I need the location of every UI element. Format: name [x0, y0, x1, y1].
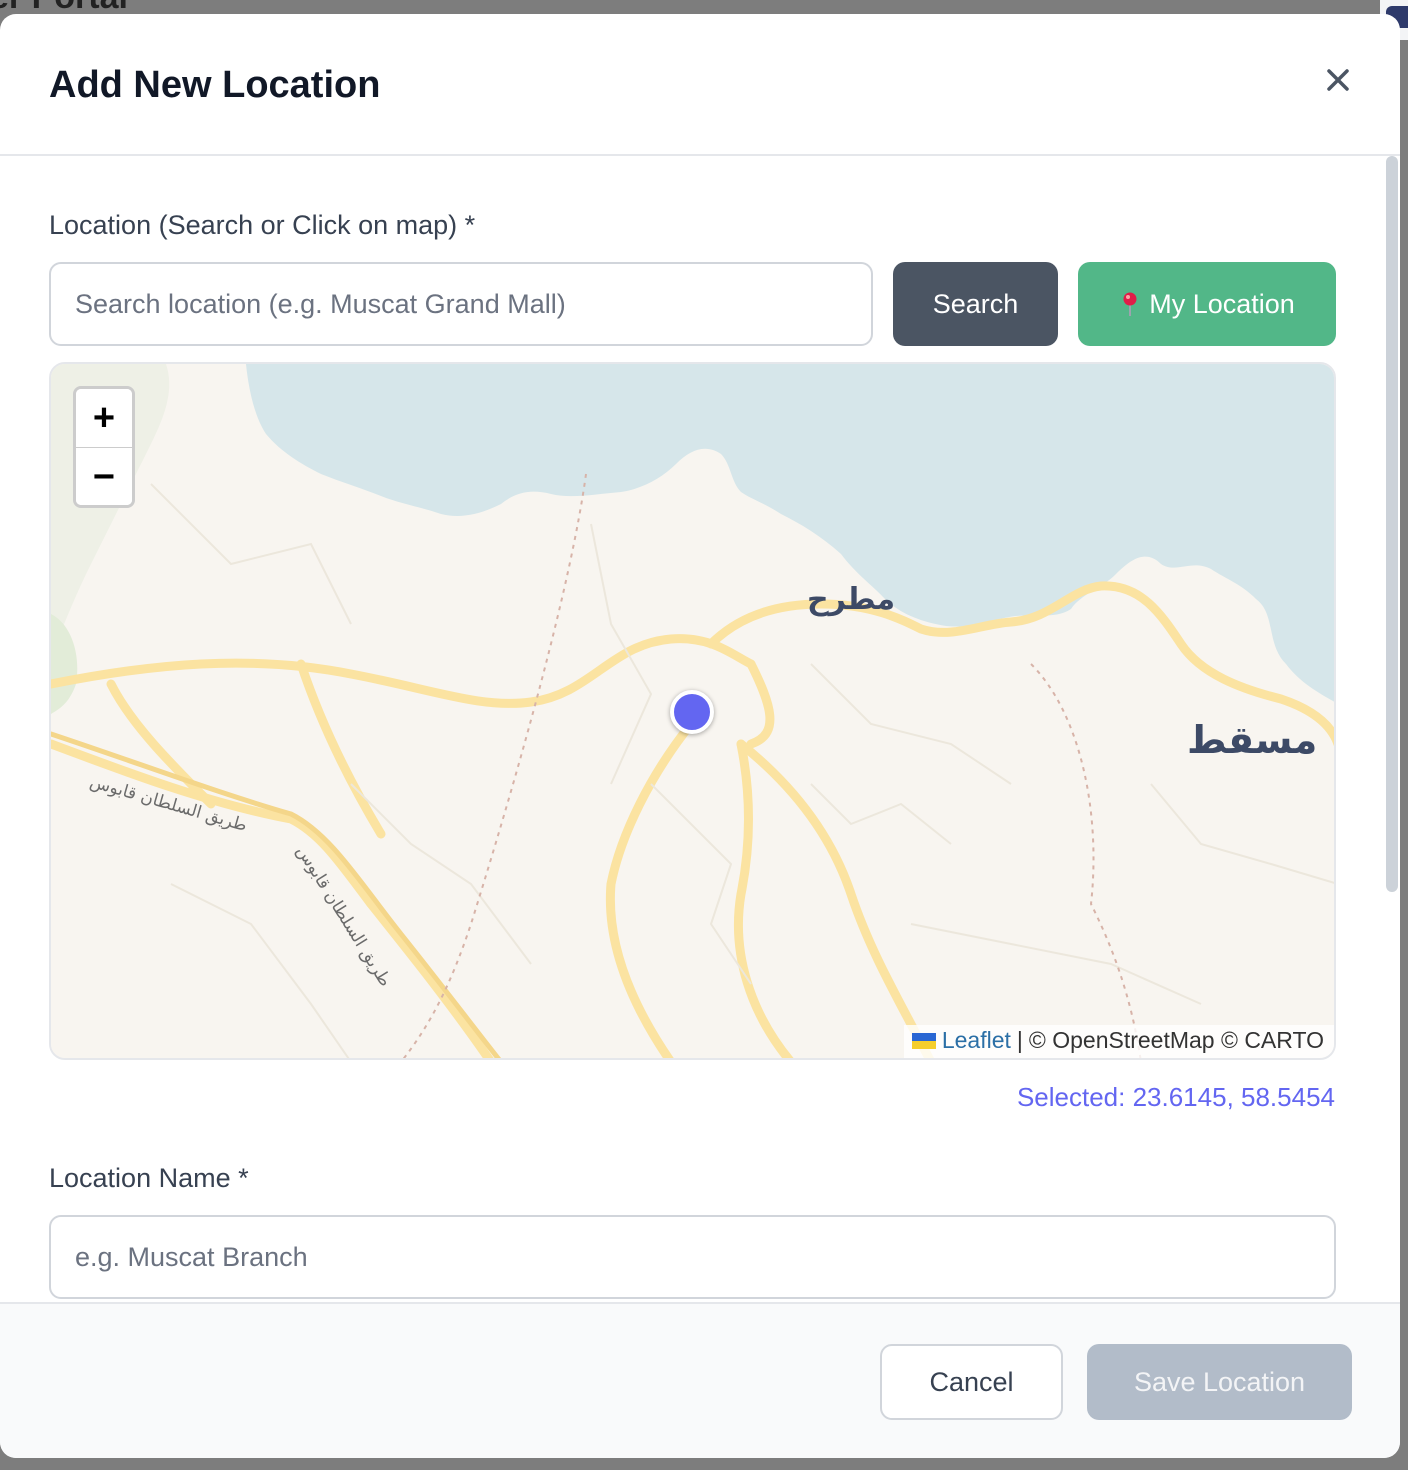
map-attribution: Leaflet | © OpenStreetMap © CARTO — [903, 1025, 1334, 1058]
location-field-label: Location (Search or Click on map) * — [49, 210, 476, 240]
map-label-mutrah: مطرح — [807, 582, 896, 617]
modal-header: Add New Location — [0, 14, 1400, 156]
save-location-button[interactable]: Save Location — [1087, 1344, 1352, 1420]
map-label-muscat: مسقط — [1187, 718, 1318, 762]
scrollbar-thumb[interactable] — [1386, 156, 1398, 892]
zoom-control: + − — [73, 386, 135, 508]
pin-icon — [1123, 292, 1137, 316]
cancel-button[interactable]: Cancel — [880, 1344, 1063, 1420]
search-button[interactable]: Search — [893, 262, 1058, 346]
location-map[interactable]: + − مطرح مسقط طريق السلطان قابوس طريق ال… — [49, 362, 1336, 1060]
modal-footer: Cancel Save Location — [0, 1302, 1400, 1458]
location-marker[interactable] — [670, 690, 714, 734]
zoom-in-button[interactable]: + — [76, 389, 132, 447]
zoom-out-button[interactable]: − — [76, 447, 132, 505]
location-name-input[interactable] — [49, 1215, 1336, 1299]
leaflet-link[interactable]: Leaflet — [942, 1027, 1011, 1054]
my-location-label: My Location — [1149, 288, 1295, 319]
modal-title: Add New Location — [49, 64, 381, 106]
add-location-modal: Add New Location Location (Search or Cli… — [0, 14, 1400, 1458]
attribution-text: © OpenStreetMap © CARTO — [1028, 1027, 1324, 1053]
location-search-input[interactable] — [49, 262, 873, 346]
modal-scrollbar[interactable] — [1384, 156, 1400, 1302]
selected-coordinates: Selected: 23.6145, 58.5454 — [1016, 1082, 1335, 1112]
my-location-button[interactable]: My Location — [1078, 262, 1336, 346]
attribution-separator: | — [1016, 1027, 1023, 1053]
ukraine-flag-icon — [911, 1032, 936, 1049]
close-icon — [1327, 69, 1349, 91]
location-name-label: Location Name * — [49, 1163, 249, 1193]
close-button[interactable] — [1320, 62, 1356, 98]
